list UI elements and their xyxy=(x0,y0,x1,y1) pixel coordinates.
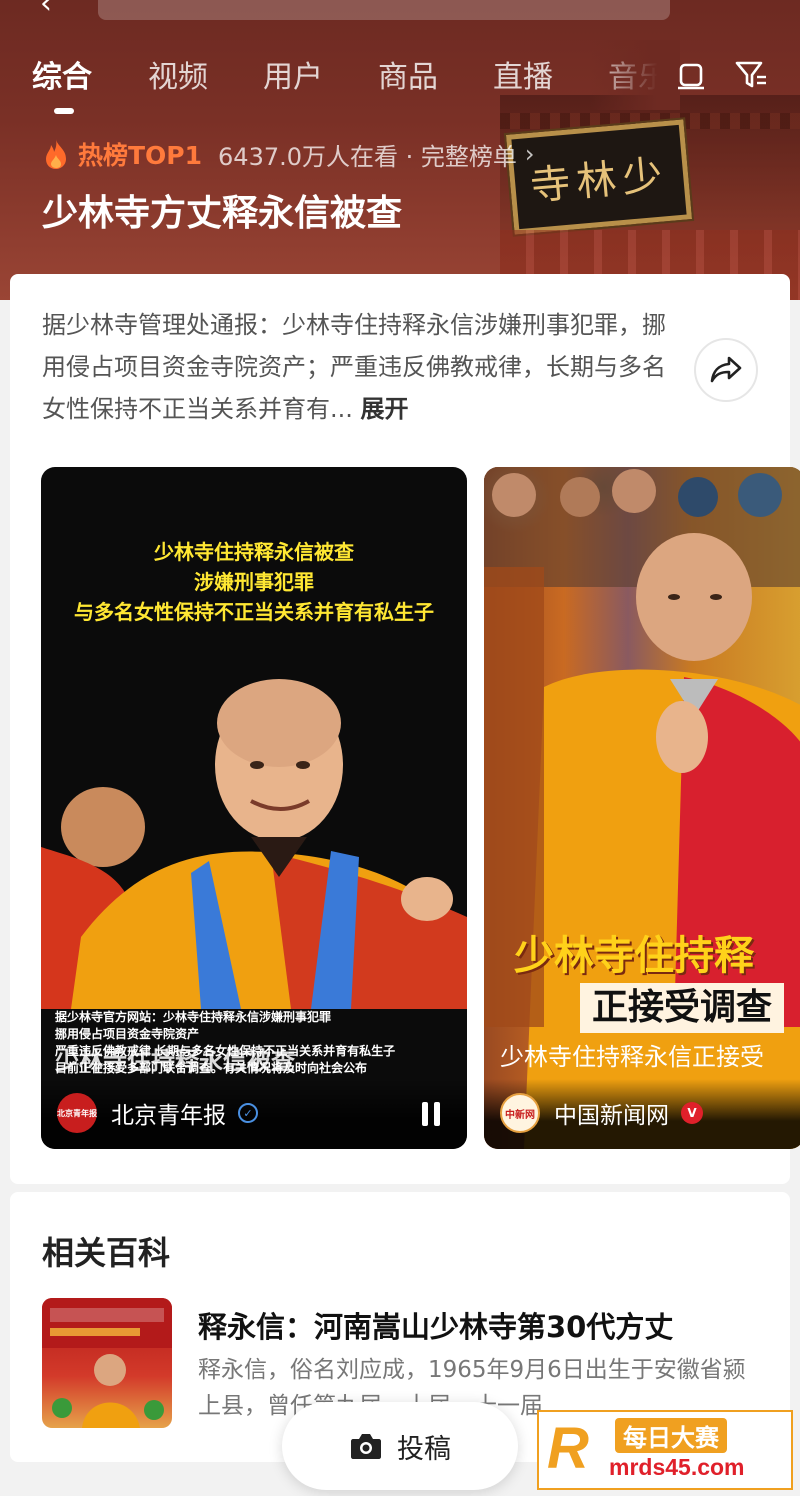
china-news-logo: 中新网 xyxy=(500,1093,540,1133)
video-card-beijing-youth[interactable]: 少林寺住持释永信被查 涉嫌刑事犯罪 与多名女性保持不正当关系并育有私生子 据少林… xyxy=(41,467,467,1149)
source-name: 北京青年报 xyxy=(111,1103,226,1129)
active-tab-indicator xyxy=(54,108,74,114)
share-icon xyxy=(710,356,742,383)
topic-header: 寺林少 ‹ 综合 视频 用户 商品 直播 音乐 热榜TOP1 6437.0万人在… xyxy=(0,0,800,300)
post-label: 投稿 xyxy=(397,1433,451,1465)
video-card-china-news[interactable]: 少林寺住持释 正接受调查 少林寺住持释永信正接受 中新网 中国新闻网 V xyxy=(484,467,800,1149)
tab-users[interactable]: 用户 xyxy=(263,52,323,96)
encyclopedia-title[interactable]: 释永信：河南嵩山少林寺第30代方丈 xyxy=(198,1304,673,1346)
monk-image xyxy=(41,679,467,1009)
video-source[interactable]: 北京青年报 北京青年报 ✓ xyxy=(57,1093,258,1133)
camera-icon xyxy=(351,1434,381,1459)
beijing-youth-logo: 北京青年报 xyxy=(57,1093,97,1133)
watermark-url: mrds45.com xyxy=(609,1454,745,1480)
tab-comprehensive[interactable]: 综合 xyxy=(32,52,92,96)
back-icon[interactable]: ‹ xyxy=(40,0,62,19)
tab-menu-icon[interactable] xyxy=(674,58,708,92)
topic-card: 据少林寺管理处通报：少林寺住持释永信涉嫌刑事犯罪，挪用侵占项目资金寺院资产；严重… xyxy=(10,274,800,1184)
video-title: 少林寺住持释永信被查 xyxy=(55,1047,295,1075)
source-name: 中国新闻网 xyxy=(554,1103,669,1129)
search-input[interactable] xyxy=(98,0,670,20)
chevron-right-icon: › xyxy=(524,140,535,168)
topic-title: 少林寺方丈释永信被查 xyxy=(42,193,403,234)
filter-icon[interactable] xyxy=(734,58,768,92)
section-heading: 相关百科 xyxy=(42,1234,171,1272)
tab-products[interactable]: 商品 xyxy=(378,52,438,96)
hot-rank-label: 热榜TOP1 xyxy=(78,141,203,170)
verified-icon: ✓ xyxy=(238,1103,258,1123)
video-subhead-box: 正接受调查 xyxy=(580,983,785,1033)
video-headline-text: 少林寺住持释 xyxy=(514,933,754,979)
video-caption: 少林寺住持释永信被查 涉嫌刑事犯罪 与多名女性保持不正当关系并育有私生子 xyxy=(74,540,434,624)
summary-text[interactable]: 据少林寺管理处通报：少林寺住持释永信涉嫌刑事犯罪，挪用侵占项目资金寺院资产；严重… xyxy=(42,304,672,430)
video-source[interactable]: 中新网 中国新闻网 V xyxy=(500,1093,703,1133)
tab-live[interactable]: 直播 xyxy=(493,52,553,96)
temple-image: 寺林少 xyxy=(500,95,800,300)
video-title: 少林寺住持释永信正接受 xyxy=(500,1043,764,1071)
hot-view-count: 6437.0万人在看 · 完整榜单 xyxy=(218,142,517,171)
post-button[interactable]: 投稿 xyxy=(282,1402,518,1490)
tab-video[interactable]: 视频 xyxy=(148,52,208,96)
expand-link[interactable]: 展开 xyxy=(361,395,409,423)
watermark-logo: R xyxy=(547,1416,589,1481)
watermark: R 每日大赛 mrds45.com xyxy=(537,1410,793,1490)
verified-v-icon: V xyxy=(681,1102,703,1124)
encyclopedia-thumbnail[interactable] xyxy=(42,1298,172,1428)
share-button[interactable] xyxy=(694,338,758,402)
pause-icon[interactable] xyxy=(421,1101,441,1127)
hot-rank-row[interactable]: 热榜TOP1 6437.0万人在看 · 完整榜单 › xyxy=(42,134,535,174)
watermark-top-text: 每日大赛 xyxy=(615,1418,727,1453)
fire-icon xyxy=(46,139,66,169)
